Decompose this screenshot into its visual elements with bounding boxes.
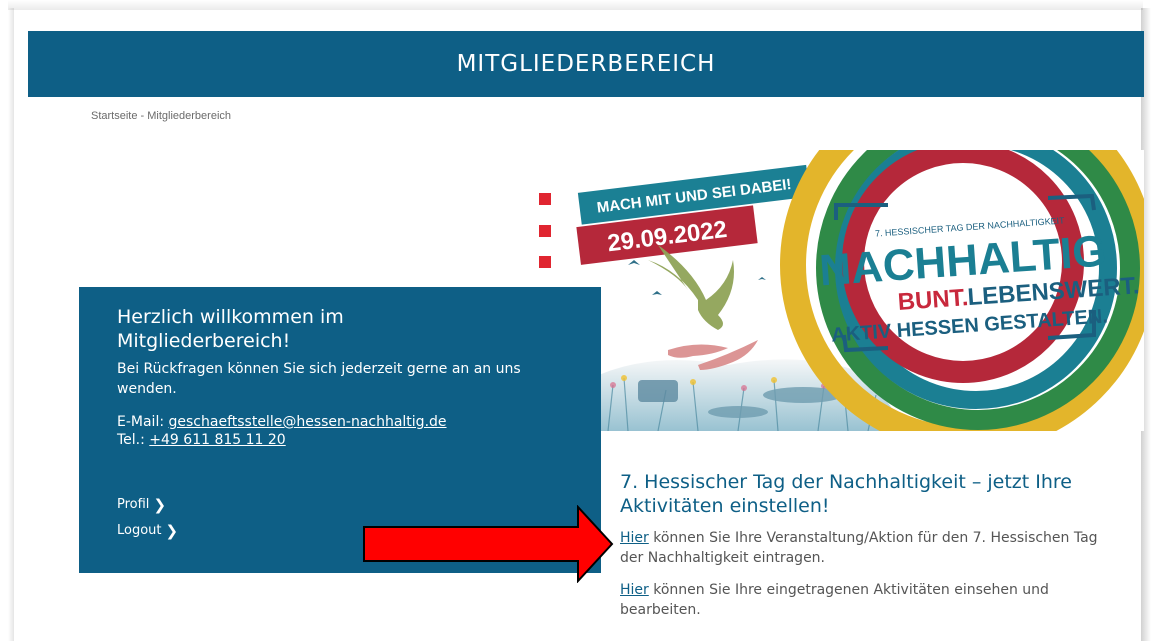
- welcome-text: Bei Rückfragen können Sie sich jederzeit…: [117, 361, 521, 397]
- email-label: E-Mail:: [117, 414, 169, 430]
- submit-activity-link[interactable]: Hier: [620, 530, 649, 546]
- page-title: MITGLIEDERBEREICH: [456, 51, 716, 77]
- news-paragraph-edit: Hier können Sie Ihre eingetragenen Aktiv…: [620, 580, 1120, 620]
- news-paragraph-submit: Hier können Sie Ihre Veranstaltung/Aktio…: [620, 528, 1120, 568]
- red-square-2: [539, 225, 551, 237]
- breadcrumb[interactable]: Startseite - Mitgliederbereich: [91, 110, 231, 122]
- badge-bunt-text: BUNT.: [897, 284, 969, 316]
- chevron-right-icon: ❯: [153, 496, 167, 514]
- tel-label: Tel.:: [117, 432, 150, 448]
- campaign-image: MACH MIT UND SEI DABEI! 29.09.2022 7. HE…: [528, 150, 1144, 431]
- red-square-3: [539, 256, 551, 268]
- car-illustration: [638, 380, 678, 402]
- email-link[interactable]: geschaeftsstelle@hessen-nachhaltig.de: [169, 414, 447, 430]
- logout-link[interactable]: Logout ❯: [117, 518, 178, 544]
- frame-edge-top: [8, 0, 1143, 10]
- page-header-banner: MITGLIEDERBEREICH: [28, 31, 1144, 97]
- welcome-title: Herzlich willkommen im Mitgliederbereich…: [117, 306, 344, 352]
- email-line: E-Mail: geschaeftsstelle@hessen-nachhalt…: [117, 413, 563, 431]
- submit-activity-text: können Sie Ihre Veranstaltung/Aktion für…: [620, 530, 1098, 566]
- news-title: 7. Hessischer Tag der Nachhaltigkeit – j…: [620, 471, 1072, 517]
- profile-link[interactable]: Profil ❯: [117, 492, 178, 518]
- red-arrow-annotation: [363, 505, 614, 583]
- edit-activities-link[interactable]: Hier: [620, 582, 649, 598]
- tel-link[interactable]: +49 611 815 11 20: [149, 432, 285, 448]
- account-links: Profil ❯ Logout ❯: [117, 492, 178, 544]
- edit-activities-text: können Sie Ihre eingetragenen Aktivitäte…: [620, 582, 1049, 618]
- logout-label: Logout: [117, 523, 162, 538]
- news-section: 7. Hessischer Tag der Nachhaltigkeit – j…: [620, 470, 1120, 620]
- red-square-1: [539, 193, 551, 205]
- profile-label: Profil: [117, 497, 150, 512]
- frame-edge-left: [8, 8, 14, 641]
- contact-info: E-Mail: geschaeftsstelle@hessen-nachhalt…: [117, 413, 563, 449]
- chevron-right-icon: ❯: [165, 522, 179, 540]
- tel-line: Tel.: +49 611 815 11 20: [117, 431, 563, 449]
